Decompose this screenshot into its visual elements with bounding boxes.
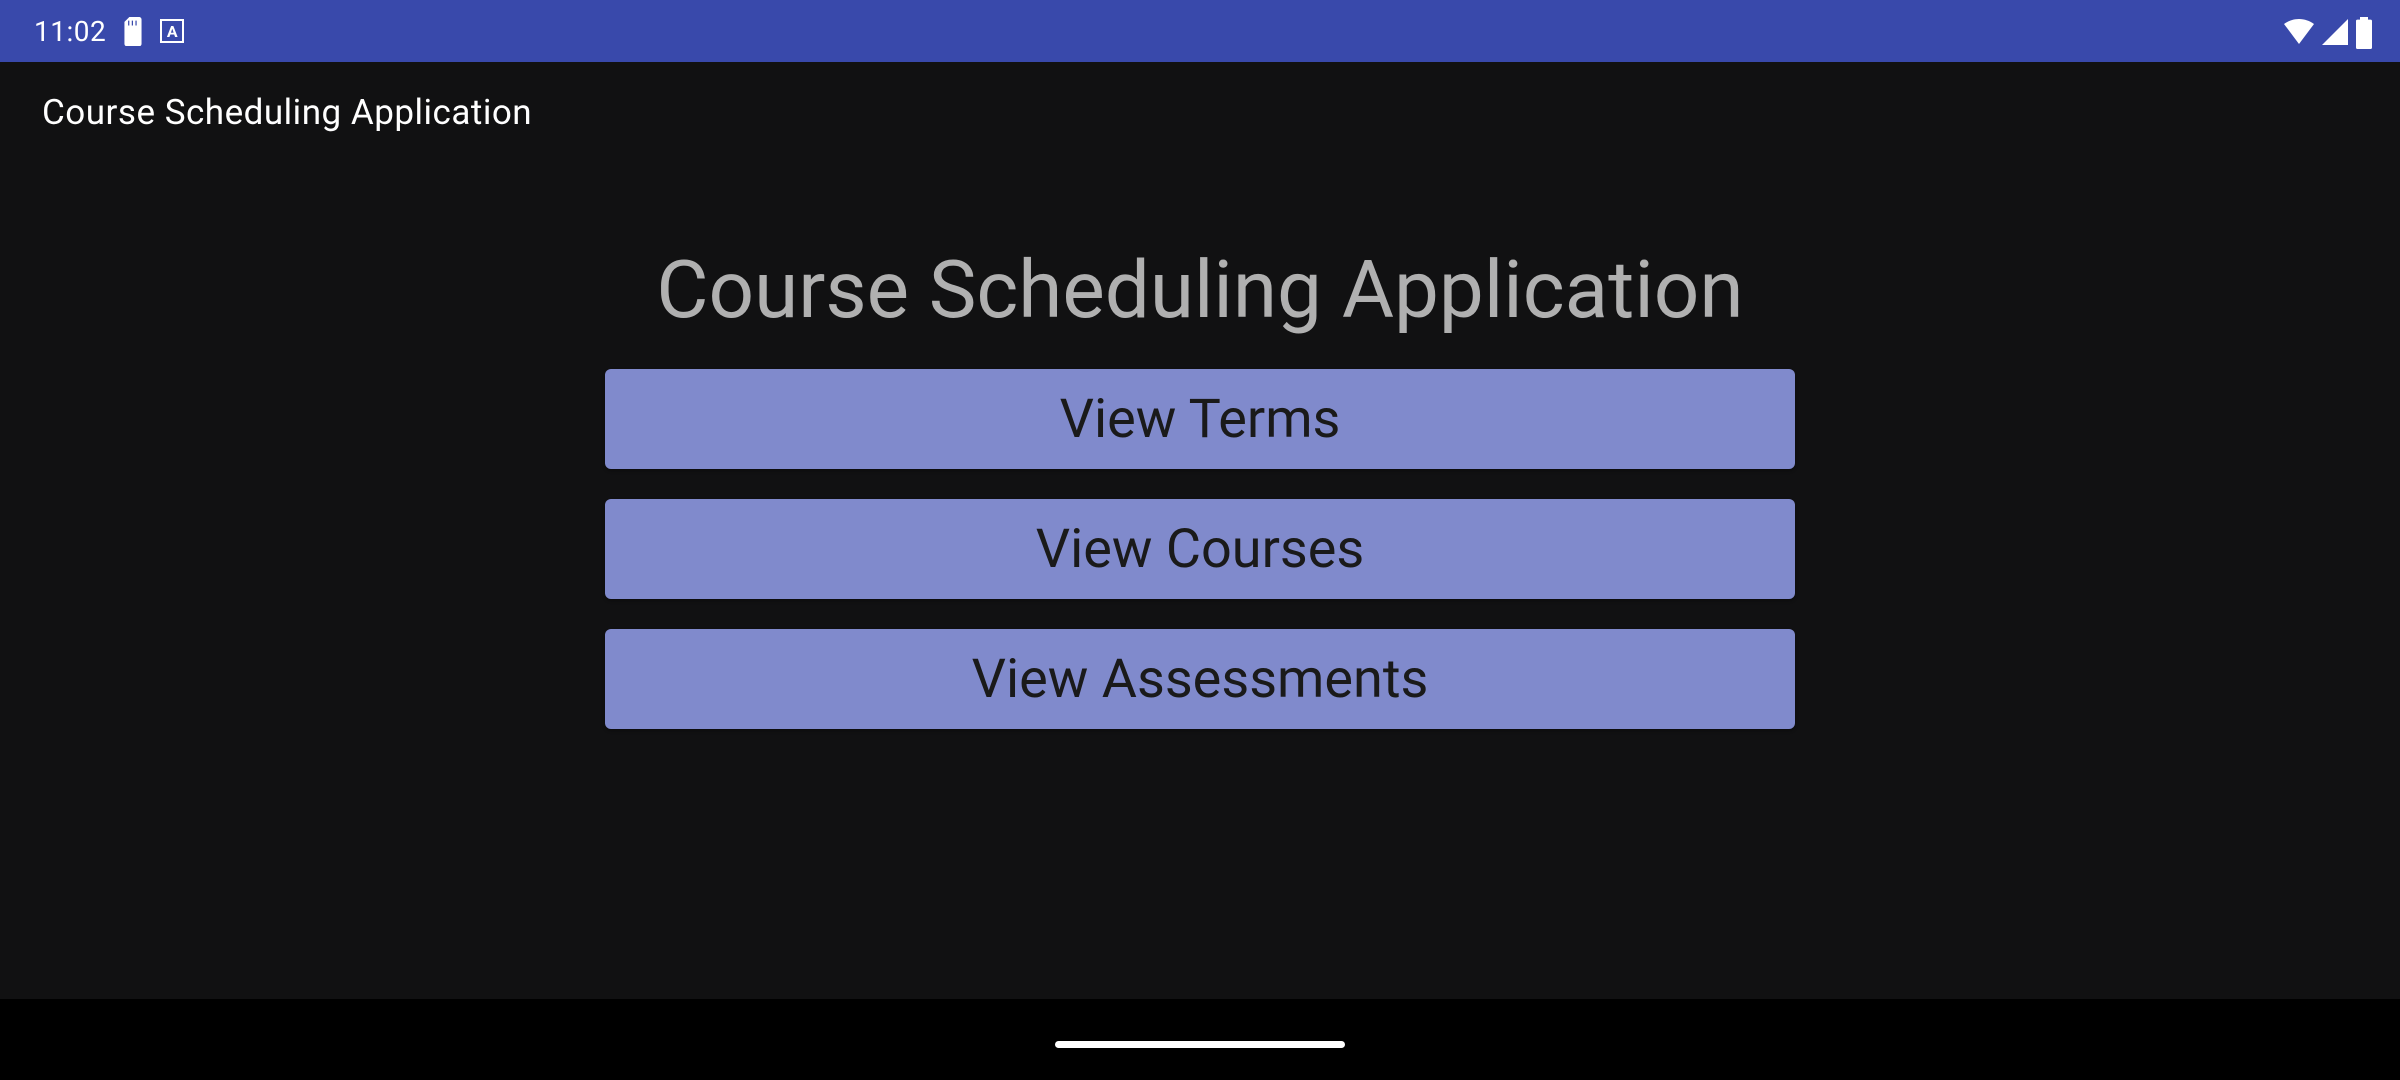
- cellular-signal-icon: [2322, 19, 2348, 43]
- view-terms-button[interactable]: View Terms: [605, 369, 1795, 469]
- navigation-handle[interactable]: [1055, 1041, 1345, 1048]
- view-assessments-button[interactable]: View Assessments: [605, 629, 1795, 729]
- main-content: Course Scheduling Application View Terms…: [0, 163, 2400, 999]
- sd-card-icon: [122, 17, 144, 45]
- status-bar: 11:02 A: [0, 0, 2400, 62]
- app-bar-title: Course Scheduling Application: [42, 92, 2358, 133]
- view-courses-button[interactable]: View Courses: [605, 499, 1795, 599]
- button-stack: View Terms View Courses View Assessments: [605, 369, 1795, 729]
- battery-icon: [2356, 17, 2372, 45]
- status-time: 11:02: [34, 15, 106, 48]
- status-bar-right: [2284, 17, 2372, 45]
- page-title: Course Scheduling Application: [656, 243, 1743, 337]
- wifi-icon: [2284, 19, 2314, 43]
- keyboard-icon: A: [160, 19, 184, 43]
- app-bar: Course Scheduling Application: [0, 62, 2400, 163]
- navigation-bar: [0, 1008, 2400, 1080]
- status-bar-left: 11:02 A: [34, 15, 184, 48]
